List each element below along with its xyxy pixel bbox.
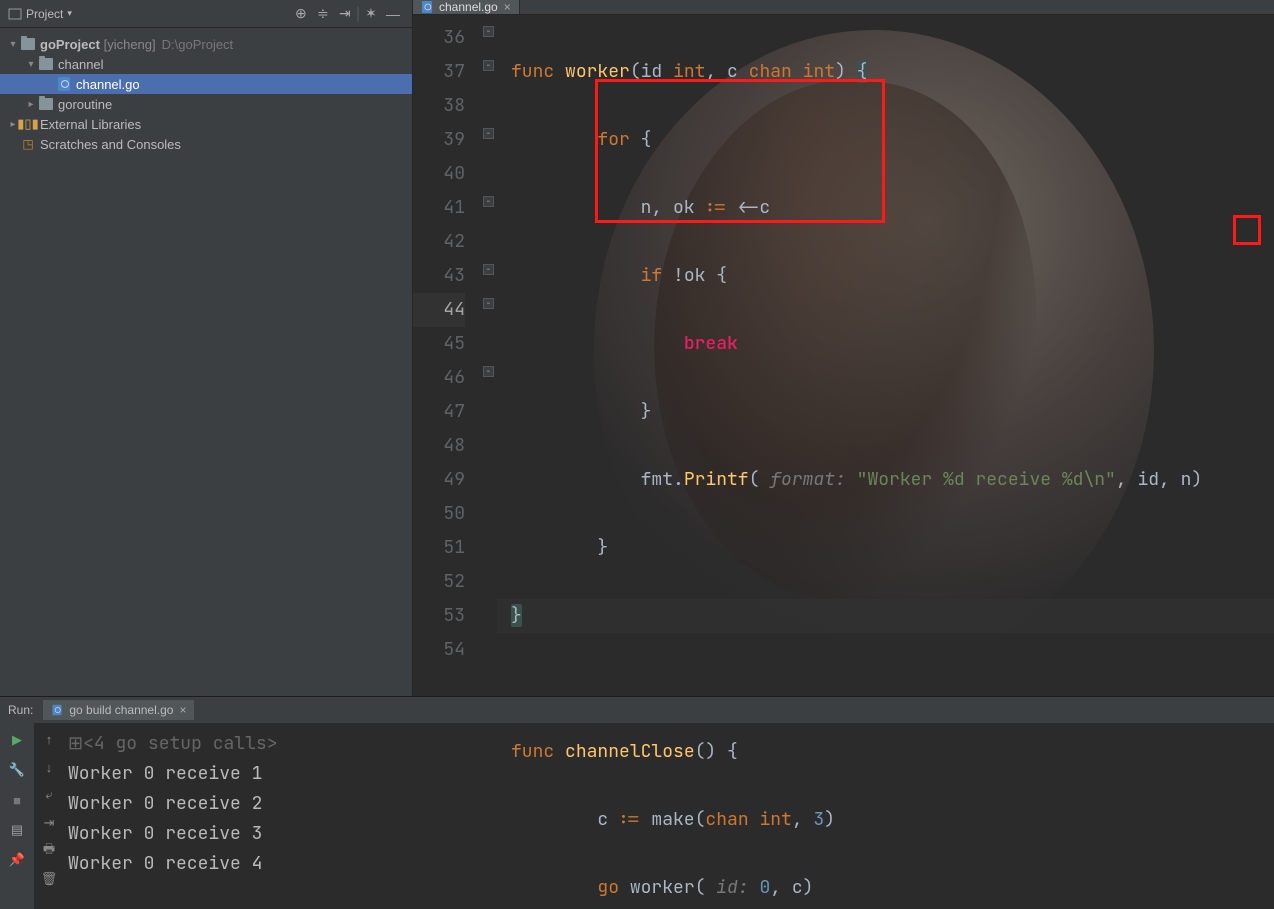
scroll-icon[interactable]: ⇥ xyxy=(39,813,59,833)
locate-icon[interactable]: ⊕ xyxy=(290,3,312,25)
run-tab[interactable]: go build channel.go × xyxy=(43,700,194,720)
print-icon[interactable]: 🖶 xyxy=(39,841,59,861)
hide-icon[interactable]: — xyxy=(382,3,404,25)
gutter: 36373839404142434445464748495051525354 xyxy=(413,15,483,909)
project-tree[interactable]: ▾ goProject [yicheng] D:\goProject ▾ cha… xyxy=(0,28,412,160)
tab-channel-go[interactable]: channel.go × xyxy=(413,0,520,14)
up-icon[interactable]: ↑ xyxy=(39,729,59,749)
code-content[interactable]: func worker(id int, c chan int) { for { … xyxy=(497,15,1274,909)
tree-folder-channel[interactable]: ▾ channel xyxy=(0,54,412,74)
close-icon[interactable]: × xyxy=(504,0,511,14)
fold-strip[interactable]: − − − − − − − xyxy=(483,15,497,909)
gear-icon[interactable]: ✶ xyxy=(360,3,382,25)
code-editor[interactable]: 36373839404142434445464748495051525354 −… xyxy=(413,15,1274,909)
down-icon[interactable]: ↓ xyxy=(39,757,59,777)
pin-icon[interactable]: 📌 xyxy=(6,849,28,871)
sidebar-title[interactable]: Project ▾ xyxy=(8,7,72,21)
close-icon[interactable]: × xyxy=(179,703,186,717)
run-toolbar-inner: ↑ ↓ ⤶ ⇥ 🖶 🗑 xyxy=(34,723,64,909)
tree-scratches[interactable]: ◳ Scratches and Consoles xyxy=(0,134,412,154)
run-toolbar-left: ▶ 🔧 ■ ▤ 📌 xyxy=(0,723,34,909)
collapse-all-icon[interactable]: ⇥ xyxy=(334,3,356,25)
softwrap-icon[interactable]: ⤶ xyxy=(39,785,59,805)
trash-icon[interactable]: 🗑 xyxy=(39,869,59,889)
run-label: Run: xyxy=(8,703,33,717)
sidebar-header: Project ▾ ⊕ ≑ ⇥ | ✶ — xyxy=(0,0,412,28)
editor-tabbar: channel.go × xyxy=(413,0,1274,15)
tree-external-libraries[interactable]: ▸▮▯▮ External Libraries xyxy=(0,114,412,134)
expand-all-icon[interactable]: ≑ xyxy=(312,3,334,25)
tree-file-channel-go[interactable]: channel.go xyxy=(0,74,412,94)
editor-panel: channel.go × 363738394041424344454647484… xyxy=(413,0,1274,696)
run-icon[interactable]: ▶ xyxy=(6,729,28,751)
tree-folder-goroutine[interactable]: ▸ goroutine xyxy=(0,94,412,114)
stop-icon[interactable]: ■ xyxy=(6,789,28,811)
wrench-icon[interactable]: 🔧 xyxy=(6,759,28,781)
tree-project-root[interactable]: ▾ goProject [yicheng] D:\goProject xyxy=(0,34,412,54)
project-sidebar: Project ▾ ⊕ ≑ ⇥ | ✶ — ▾ goProject [yiche… xyxy=(0,0,413,696)
layout-icon[interactable]: ▤ xyxy=(6,819,28,841)
